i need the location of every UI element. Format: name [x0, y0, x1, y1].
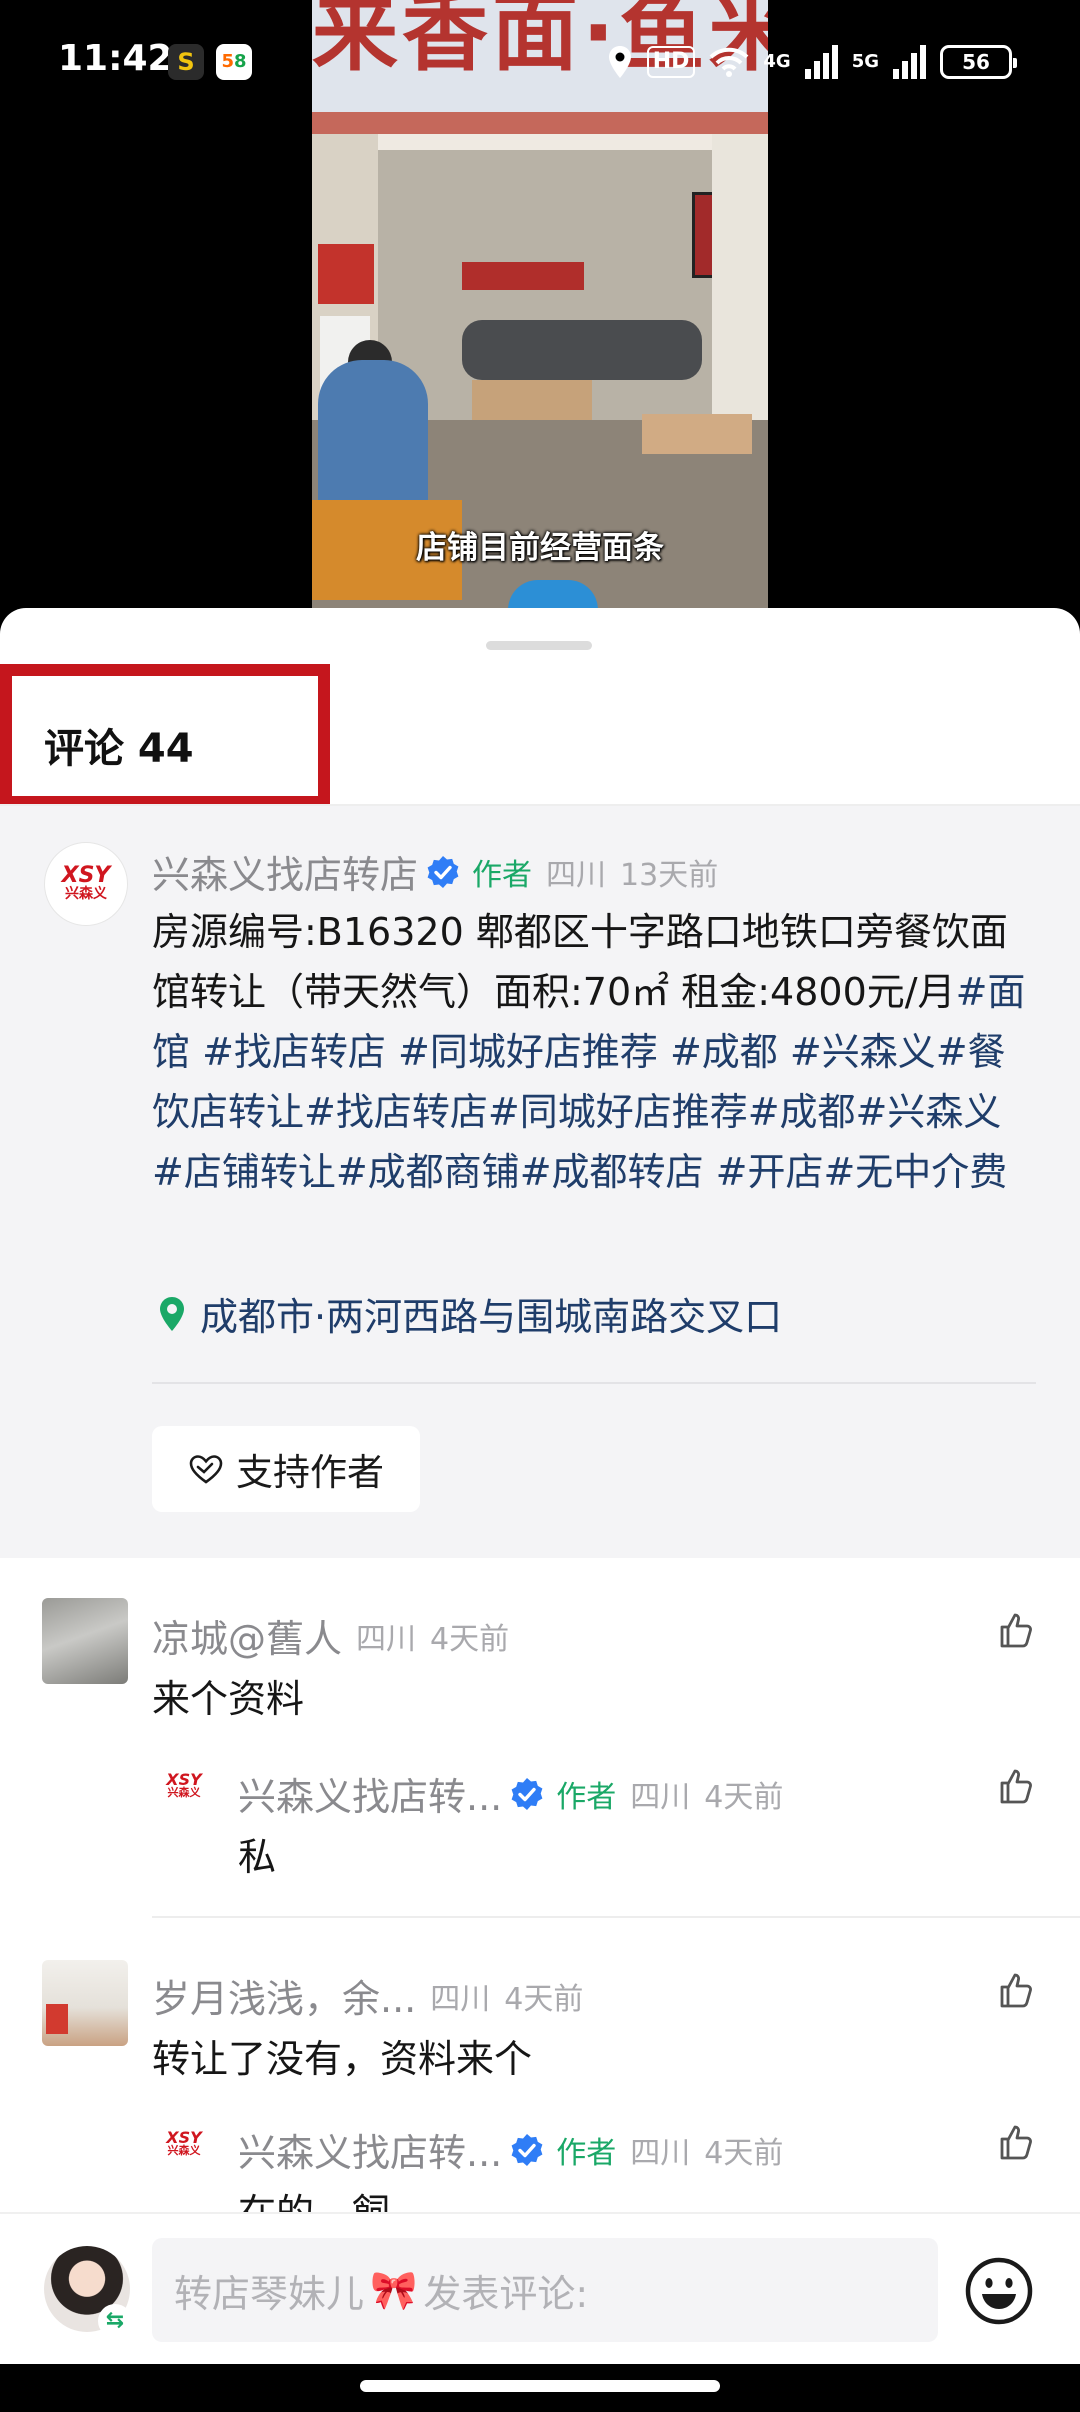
comment-text[interactable]: 转让了没有，资料来个: [152, 2028, 532, 2083]
location-pin-icon: [160, 1296, 184, 1331]
user-name[interactable]: 兴森义找店转...: [238, 2122, 502, 2177]
home-indicator[interactable]: [360, 2380, 720, 2392]
hashtag-link[interactable]: #开店: [704, 1150, 824, 1194]
person: [318, 360, 428, 510]
hashtag-link[interactable]: #找店转店: [190, 1030, 386, 1074]
time-ago: 4天前: [504, 1981, 584, 2017]
signal-icon: [893, 45, 926, 79]
hashtag-link[interactable]: #同城好店推荐: [488, 1090, 748, 1134]
battery-icon: 56: [940, 45, 1017, 79]
avatar[interactable]: [42, 1598, 128, 1684]
avatar[interactable]: [42, 1960, 128, 2046]
emoji-icon[interactable]: [964, 2256, 1034, 2326]
blue-stool: [508, 580, 598, 608]
status-time: 11:42: [58, 38, 173, 79]
location-text: 成都市·两河西路与围城南路交叉口: [200, 1295, 783, 1339]
network-4g-label: 4G: [763, 51, 791, 72]
hashtag-link[interactable]: #成都: [658, 1030, 778, 1074]
hashtag-link[interactable]: #兴森义: [856, 1090, 1002, 1134]
author-tag: 作者: [556, 1779, 617, 1815]
user-name[interactable]: 兴森义找店转...: [238, 1766, 502, 1821]
divider: [152, 1916, 1080, 1918]
system-nav-bar: [0, 2364, 1080, 2412]
post-description: 房源编号:B16320 郫都区十字路口地铁口旁餐饮面馆转让（带天然气）面积:70…: [152, 910, 1008, 1014]
verified-icon: [427, 855, 459, 888]
hashtag-link[interactable]: #兴森义: [778, 1030, 936, 1074]
time-ago: 13天前: [620, 857, 719, 893]
hashtag-link[interactable]: #同城好店推荐: [386, 1030, 658, 1074]
hd-badge: HD: [646, 46, 696, 78]
reply-text[interactable]: 私: [238, 1826, 276, 1881]
author-avatar[interactable]: XSY 兴森义: [156, 2116, 212, 2172]
time-ago: 4天前: [704, 2135, 784, 2171]
placeholder-name: 转店琴妹儿: [174, 2271, 365, 2316]
menu-board: [462, 262, 584, 290]
region-label: 四川: [546, 857, 607, 893]
wifi-icon: [709, 47, 749, 77]
hashtag-link[interactable]: #找店转店: [304, 1090, 488, 1134]
location-icon: [608, 46, 631, 78]
location-link[interactable]: 成都市·两河西路与围城南路交叉口: [158, 1286, 782, 1341]
video-caption: 店铺目前经营面条: [416, 530, 664, 566]
switch-account-icon[interactable]: ⇆: [98, 2304, 132, 2338]
sheet-drag-handle[interactable]: [486, 641, 592, 650]
app-58-icon: 58: [216, 44, 252, 80]
comment-meta: 凉城@舊人 四川 4天前: [152, 1608, 509, 1663]
wall-poster: [318, 244, 374, 304]
table: [472, 380, 592, 420]
thumbs-up-icon[interactable]: [996, 1610, 1036, 1650]
table: [642, 414, 752, 454]
time-ago: 4天前: [704, 1779, 784, 1815]
hashtag-link[interactable]: #成都: [748, 1090, 856, 1134]
region-label: 四川: [630, 1779, 691, 1815]
region-label: 四川: [430, 1981, 491, 2017]
user-name[interactable]: 兴森义找店转店: [152, 844, 418, 899]
support-author-label: 支持作者: [236, 1451, 384, 1494]
bow-emoji: 🎀: [370, 2267, 418, 2312]
hashtag-link[interactable]: #无中介费: [823, 1150, 1007, 1194]
author-avatar[interactable]: XSY 兴森义: [44, 842, 128, 926]
region-label: 四川: [630, 2135, 691, 2171]
thumbs-up-icon[interactable]: [996, 1970, 1036, 2010]
heart-hands-icon: [189, 1455, 223, 1484]
verified-icon: [511, 1777, 543, 1810]
thumbs-up-icon[interactable]: [996, 2122, 1036, 2162]
post-meta: 兴森义找店转店 作者 四川 13天前: [152, 844, 718, 899]
comment-text[interactable]: 来个资料: [152, 1668, 304, 1723]
user-name[interactable]: 岁月浅浅，余...: [152, 1968, 416, 2023]
comments-sheet: 评论 44 XSY 兴森义 兴森义找店转店 作者 四川 13天前 房源编号:B1…: [0, 608, 1080, 2412]
status-bar: 11:42 S 58 HD 4G 5G 56: [0, 0, 1080, 124]
pinned-author-post: XSY 兴森义 兴森义找店转店 作者 四川 13天前 房源编号:B16320 郫…: [0, 806, 1080, 1558]
comments-count-title: 评论 44: [44, 726, 194, 772]
divider: [152, 1382, 1036, 1384]
status-icons: HD 4G 5G 56: [607, 40, 1017, 84]
hashtag-link[interactable]: #店铺转让: [152, 1150, 336, 1194]
comment-input[interactable]: 转店琴妹儿 🎀 发表评论:: [152, 2238, 938, 2342]
support-author-button[interactable]: 支持作者: [152, 1426, 420, 1512]
author-tag: 作者: [556, 2135, 617, 2171]
region-label: 四川: [356, 1621, 417, 1657]
verified-icon: [511, 2133, 543, 2166]
user-name[interactable]: 凉城@舊人: [152, 1608, 342, 1663]
reply-meta: 兴森义找店转... 作者 四川 4天前: [238, 2122, 783, 2177]
reply-meta: 兴森义找店转... 作者 四川 4天前: [238, 1766, 783, 1821]
time-ago: 4天前: [430, 1621, 510, 1657]
author-avatar[interactable]: XSY 兴森义: [156, 1758, 212, 1814]
app-notification-icon: S: [168, 44, 204, 80]
comment-input-bar: ⇆ 转店琴妹儿 🎀 发表评论:: [0, 2212, 1080, 2364]
post-body: 房源编号:B16320 郫都区十字路口地铁口旁餐饮面馆转让（带天然气）面积:70…: [152, 902, 1032, 1202]
signal-icon: [804, 45, 838, 79]
placeholder-action: 发表评论:: [423, 2271, 589, 2316]
hashtag-link[interactable]: #成都转店: [520, 1150, 704, 1194]
comment-meta: 岁月浅浅，余... 四川 4天前: [152, 1968, 583, 2023]
diners: [462, 320, 702, 380]
hashtag-link[interactable]: #成都商铺: [336, 1150, 520, 1194]
thumbs-up-icon[interactable]: [996, 1766, 1036, 1806]
network-5g-label: 5G: [851, 51, 879, 72]
author-tag: 作者: [472, 857, 533, 893]
